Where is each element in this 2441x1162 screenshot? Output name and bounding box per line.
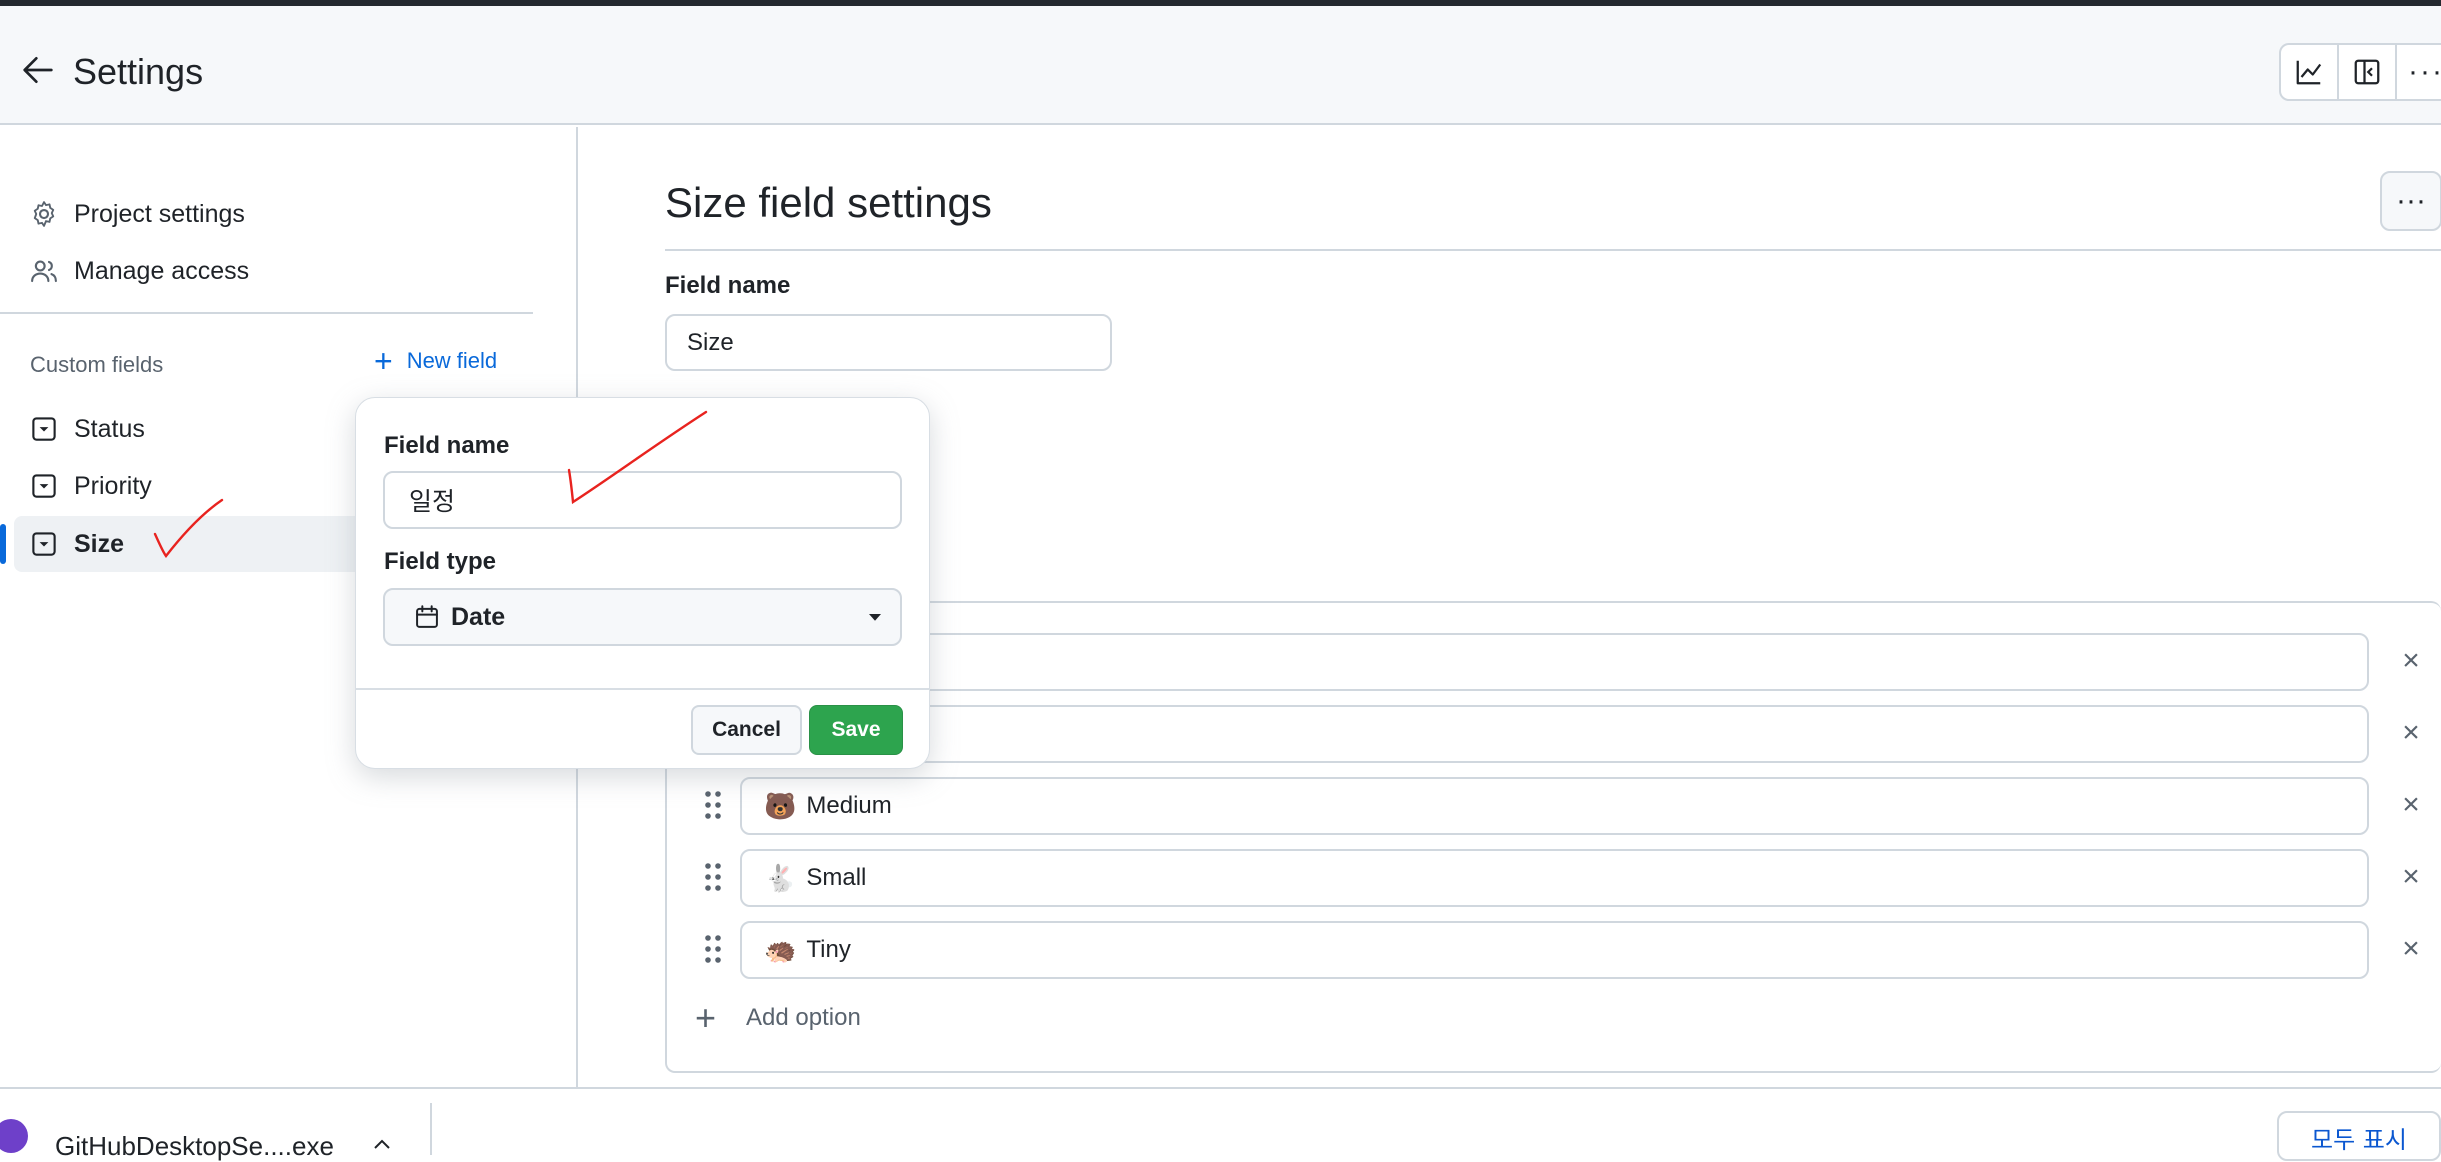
more-icon: ··· (2408, 55, 2441, 88)
new-field-label: New field (406, 348, 498, 373)
download-bar-divider (430, 1103, 432, 1155)
single-select-icon (28, 470, 60, 502)
option-row: × (667, 705, 2441, 763)
remove-option-button[interactable]: × (2395, 788, 2427, 821)
custom-fields-heading: Custom fields (30, 352, 164, 377)
more-button[interactable]: ··· (2397, 45, 2441, 99)
option-emoji: 🐇 (764, 862, 797, 893)
page-title: Settings (73, 51, 204, 92)
options-list: × × 🐻 Medium × 🐇 Small × 🦔 Tiny × + Add … (665, 601, 2441, 1073)
popover-field-name-label: Field name (384, 432, 510, 459)
remove-option-button[interactable]: × (2395, 716, 2427, 749)
drag-handle-icon[interactable] (703, 789, 723, 821)
field-type-value: Date (451, 602, 506, 631)
option-label: Small (806, 864, 867, 891)
layout-button[interactable] (2339, 45, 2397, 99)
sidebar-item-status[interactable]: Status (0, 401, 145, 457)
new-field-popover: Field name Field type Date Cancel Save (355, 397, 930, 769)
show-all-downloads-button[interactable]: 모두 표시 (2277, 1111, 2441, 1161)
option-emoji: 🦔 (764, 934, 797, 965)
people-icon (28, 255, 60, 287)
back-button[interactable] (18, 50, 58, 90)
field-name-label: Field name (665, 272, 791, 299)
option-row: 🐇 Small × (667, 849, 2441, 907)
popover-field-name-input[interactable] (383, 471, 902, 529)
option-input[interactable]: 🐻 Medium (740, 777, 2369, 835)
popover-footer-divider (356, 688, 929, 690)
layout-icon (2354, 59, 2380, 85)
remove-option-button[interactable]: × (2395, 644, 2427, 677)
option-row: 🦔 Tiny × (667, 921, 2441, 979)
add-option-label: Add option (746, 1004, 861, 1031)
new-field-button[interactable]: + New field (374, 343, 498, 379)
page-header: Settings ··· (0, 6, 2441, 125)
single-select-icon (28, 413, 60, 445)
close-icon: × (2402, 932, 2420, 965)
sidebar-item-size[interactable]: Size (0, 516, 124, 572)
option-input[interactable] (740, 705, 2369, 763)
option-row: × (667, 633, 2441, 691)
download-bar: GitHubDesktopSe....exe 모두 표시 (0, 1087, 2441, 1161)
more-icon: ··· (2396, 184, 2426, 217)
option-input[interactable] (740, 633, 2369, 691)
drag-handle-icon[interactable] (703, 933, 723, 965)
close-icon: × (2402, 860, 2420, 893)
plus-icon: + (695, 997, 717, 1038)
option-row: 🐻 Medium × (667, 777, 2441, 835)
close-icon: × (2402, 788, 2420, 821)
close-icon: × (2402, 716, 2420, 749)
drag-handle-icon[interactable] (703, 861, 723, 893)
single-select-icon (28, 528, 60, 560)
section-divider (665, 249, 2441, 251)
sidebar-divider (0, 312, 533, 314)
arrow-left-icon (23, 57, 53, 83)
insights-icon (2296, 60, 2322, 85)
close-icon: × (2402, 644, 2420, 677)
sidebar-item-label: Manage access (74, 256, 250, 285)
remove-option-button[interactable]: × (2395, 860, 2427, 893)
header-toolbar: ··· (2279, 43, 2441, 101)
field-type-select[interactable]: Date (383, 588, 902, 646)
sidebar-item-label: Priority (74, 471, 152, 500)
sidebar-item-priority[interactable]: Priority (0, 458, 152, 514)
sidebar-item-label: Project settings (74, 199, 245, 228)
gear-icon (28, 198, 60, 230)
chevron-up-icon[interactable] (370, 1133, 394, 1157)
cancel-button[interactable]: Cancel (691, 705, 802, 755)
popover-field-type-label: Field type (384, 548, 497, 575)
insights-button[interactable] (2281, 45, 2339, 99)
section-title: Size field settings (665, 179, 992, 226)
sidebar-item-project-settings[interactable]: Project settings (0, 186, 245, 242)
field-more-button[interactable]: ··· (2380, 171, 2441, 231)
field-name-input[interactable] (665, 314, 1112, 371)
option-input[interactable]: 🦔 Tiny (740, 921, 2369, 979)
github-desktop-icon (0, 1119, 28, 1153)
add-option-button[interactable]: + Add option (695, 997, 861, 1038)
option-emoji: 🐻 (764, 790, 797, 821)
remove-option-button[interactable]: × (2395, 932, 2427, 965)
plus-icon: + (374, 343, 393, 379)
sidebar-item-label: Status (74, 414, 145, 443)
caret-down-icon (869, 614, 881, 621)
download-file-name[interactable]: GitHubDesktopSe....exe (55, 1131, 334, 1162)
option-input[interactable]: 🐇 Small (740, 849, 2369, 907)
sidebar-item-label: Size (74, 529, 125, 558)
option-label: Tiny (806, 936, 851, 963)
save-button[interactable]: Save (809, 705, 903, 755)
option-label: Medium (806, 792, 892, 819)
calendar-icon (416, 605, 438, 628)
sidebar-item-manage-access[interactable]: Manage access (0, 243, 249, 299)
